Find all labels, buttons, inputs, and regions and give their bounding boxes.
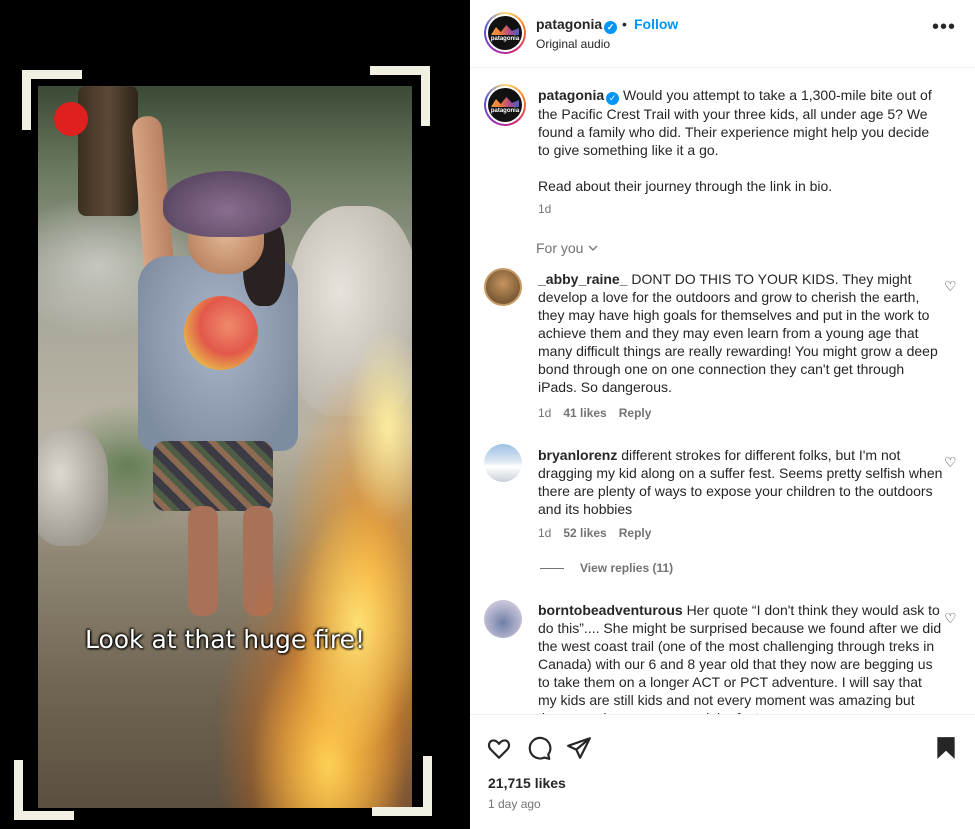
boulder xyxy=(38,426,108,546)
view-replies-button[interactable]: View replies (11) xyxy=(540,561,673,575)
chevron-down-icon xyxy=(588,245,598,251)
post-actions: 21,715 likes 1 day ago xyxy=(470,714,975,829)
commenter-avatar[interactable] xyxy=(484,600,522,638)
comment-text: bryanlorenz different strokes for differ… xyxy=(538,447,943,517)
comment-username[interactable]: _abby_raine_ xyxy=(538,271,628,287)
tree-trunk xyxy=(78,86,138,216)
caption-time: 1d xyxy=(538,202,552,216)
comment-meta: 1d 41 likes Reply xyxy=(538,406,652,420)
commenter-avatar[interactable] xyxy=(484,268,522,306)
post-panel: patagonia patagonia ✓ • Follow Original a… xyxy=(470,0,975,829)
comment-likes[interactable]: 52 likes xyxy=(563,526,606,540)
verified-badge-icon: ✓ xyxy=(604,21,618,34)
caption-body-2: Read about their journey through the lin… xyxy=(538,178,833,194)
replies-divider xyxy=(540,568,564,570)
comment-text: _abby_raine_ DONT DO THIS TO YOUR KIDS. … xyxy=(538,271,938,395)
video-frame xyxy=(38,86,412,808)
campfire-flames xyxy=(208,266,412,808)
post-timestamp: 1 day ago xyxy=(488,797,541,811)
child-hat xyxy=(163,171,291,237)
reel-video[interactable]: Look at that huge fire! xyxy=(0,0,470,829)
comments-list[interactable]: patagonia patagonia ✓ Would you attempt t… xyxy=(470,68,975,714)
comment-text: borntobeadventurous Her quote “I don't t… xyxy=(538,602,942,714)
heart-icon[interactable] xyxy=(486,735,512,761)
like-count[interactable]: 21,715 likes xyxy=(488,775,566,791)
patagonia-logo: patagonia xyxy=(488,16,522,50)
caption-username[interactable]: patagonia xyxy=(538,87,604,103)
post-header: patagonia patagonia ✓ • Follow Original a… xyxy=(470,0,975,68)
for-you-filter[interactable]: For you xyxy=(536,240,599,256)
comment-username[interactable]: borntobeadventurous xyxy=(538,602,683,618)
comment-meta: 1d 52 likes Reply xyxy=(538,526,652,540)
author-avatar[interactable]: patagonia xyxy=(484,12,526,54)
reply-button[interactable]: Reply xyxy=(619,406,652,420)
caption-text: patagonia ✓ Would you attempt to take a 1… xyxy=(538,86,943,195)
frame-corner xyxy=(14,760,74,820)
record-dot-icon xyxy=(54,102,88,136)
bookmark-icon[interactable] xyxy=(933,735,959,761)
follow-button[interactable]: Follow xyxy=(634,16,678,32)
audio-link[interactable]: Original audio xyxy=(536,37,610,51)
author-avatar[interactable]: patagonia xyxy=(484,84,526,126)
author-username[interactable]: patagonia ✓ xyxy=(536,16,618,34)
share-icon[interactable] xyxy=(566,735,592,761)
frame-corner xyxy=(370,66,430,126)
verified-badge-icon: ✓ xyxy=(606,92,620,105)
more-options-icon[interactable]: ••• xyxy=(932,16,956,39)
patagonia-logo: patagonia xyxy=(488,88,522,122)
comment-username[interactable]: bryanlorenz xyxy=(538,447,617,463)
separator-dot: • xyxy=(622,16,627,32)
comment-icon[interactable] xyxy=(526,735,552,761)
comment-like-heart-icon[interactable]: ♡ xyxy=(944,278,957,295)
comment-like-heart-icon[interactable]: ♡ xyxy=(944,454,957,471)
frame-corner xyxy=(372,756,432,816)
reply-button[interactable]: Reply xyxy=(619,526,652,540)
comment-likes[interactable]: 41 likes xyxy=(563,406,606,420)
commenter-avatar[interactable] xyxy=(484,444,522,482)
video-caption: Look at that huge fire! xyxy=(84,625,366,654)
comment-like-heart-icon[interactable]: ♡ xyxy=(944,610,957,627)
